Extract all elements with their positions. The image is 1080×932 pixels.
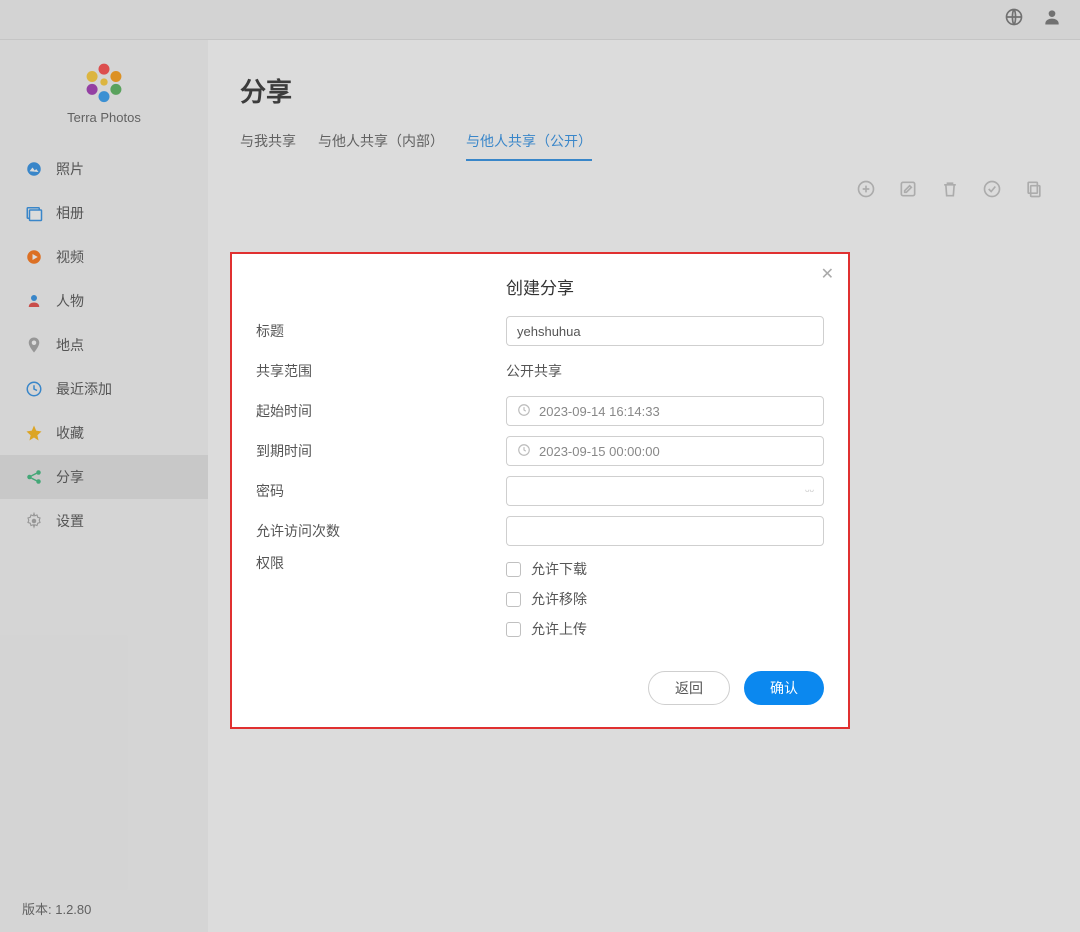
check-icon[interactable] <box>982 179 1002 199</box>
edit-icon[interactable] <box>898 179 918 199</box>
brand-name: Terra Photos <box>67 110 141 125</box>
sidebar-item-label: 人物 <box>56 291 84 311</box>
checkbox-icon[interactable] <box>506 622 521 637</box>
tab-label: 与我共享 <box>240 133 296 149</box>
checkbox-icon[interactable] <box>506 592 521 607</box>
brand: Terra Photos <box>0 52 208 141</box>
label-end-time: 到期时间 <box>256 441 506 461</box>
password-input[interactable] <box>506 476 824 506</box>
sidebar-item-recent[interactable]: 最近添加 <box>0 367 208 411</box>
place-icon <box>24 336 44 354</box>
eye-hidden-icon[interactable]: ᵕᵕ <box>805 484 814 498</box>
person-icon <box>24 292 44 310</box>
label-title: 标题 <box>256 321 506 341</box>
add-icon[interactable] <box>856 179 876 199</box>
clock-icon <box>517 403 531 420</box>
start-time-input[interactable]: 2023-09-14 16:14:33 <box>506 396 824 426</box>
copy-icon[interactable] <box>1024 179 1044 199</box>
sidebar-item-label: 分享 <box>56 467 84 487</box>
end-time-value: 2023-09-15 00:00:00 <box>539 444 660 459</box>
scope-value: 公开共享 <box>506 363 562 379</box>
sidebar-item-label: 收藏 <box>56 423 84 443</box>
star-icon <box>24 424 44 442</box>
perm-label: 允许移除 <box>531 589 587 609</box>
sidebar-item-label: 地点 <box>56 335 84 355</box>
sidebar-item-photos[interactable]: 照片 <box>0 147 208 191</box>
sidebar-item-settings[interactable]: 设置 <box>0 499 208 543</box>
checkbox-icon[interactable] <box>506 562 521 577</box>
album-icon <box>24 204 44 222</box>
sidebar-nav: 照片 相册 视频 人物 地点 最近添加 收藏 分享 <box>0 147 208 543</box>
back-button[interactable]: 返回 <box>648 671 730 705</box>
sidebar-item-label: 照片 <box>56 159 84 179</box>
confirm-button[interactable]: 确认 <box>744 671 824 705</box>
gear-icon <box>24 512 44 530</box>
label-scope: 共享范围 <box>256 361 506 381</box>
clock-icon <box>517 443 531 460</box>
sidebar: Terra Photos 照片 相册 视频 人物 地点 最近添加 收藏 <box>0 40 208 932</box>
start-time-value: 2023-09-14 16:14:33 <box>539 404 660 419</box>
visits-input[interactable] <box>506 516 824 546</box>
perm-label: 允许下载 <box>531 559 587 579</box>
label-visits: 允许访问次数 <box>256 521 506 541</box>
create-share-dialog: ✕ 创建分享 标题 共享范围 公开共享 起始时间 2023-09-14 16:1… <box>230 252 850 729</box>
sidebar-item-label: 相册 <box>56 203 84 223</box>
tab-label: 与他人共享（内部） <box>318 133 444 149</box>
label-permissions: 权限 <box>256 553 506 573</box>
dialog-actions: 返回 确认 <box>256 671 824 705</box>
perm-allow-upload[interactable]: 允许上传 <box>506 619 824 639</box>
sidebar-item-albums[interactable]: 相册 <box>0 191 208 235</box>
globe-icon[interactable] <box>1004 7 1024 32</box>
sidebar-item-share[interactable]: 分享 <box>0 455 208 499</box>
tab-share-public[interactable]: 与他人共享（公开） <box>466 131 592 161</box>
sidebar-item-label: 最近添加 <box>56 379 112 399</box>
page-title: 分享 <box>240 72 1048 109</box>
user-icon[interactable] <box>1042 7 1062 32</box>
sidebar-item-label: 视频 <box>56 247 84 267</box>
perm-allow-remove[interactable]: 允许移除 <box>506 589 824 609</box>
sidebar-item-places[interactable]: 地点 <box>0 323 208 367</box>
back-label: 返回 <box>675 680 703 696</box>
sidebar-item-people[interactable]: 人物 <box>0 279 208 323</box>
confirm-label: 确认 <box>770 680 798 696</box>
perm-label: 允许上传 <box>531 619 587 639</box>
photos-icon <box>24 160 44 178</box>
dialog-title: 创建分享 <box>506 274 824 299</box>
app-logo-icon <box>82 60 126 104</box>
label-password: 密码 <box>256 481 506 501</box>
tab-shared-with-me[interactable]: 与我共享 <box>240 131 296 161</box>
title-input[interactable] <box>506 316 824 346</box>
perm-allow-download[interactable]: 允许下载 <box>506 559 824 579</box>
tabs: 与我共享 与他人共享（内部） 与他人共享（公开） <box>240 131 1048 161</box>
label-start-time: 起始时间 <box>256 401 506 421</box>
recent-icon <box>24 380 44 398</box>
video-icon <box>24 248 44 266</box>
version-text: 版本: 1.2.80 <box>22 899 91 918</box>
sidebar-item-label: 设置 <box>56 511 84 531</box>
tab-label: 与他人共享（公开） <box>466 133 592 149</box>
toolbar <box>240 179 1048 199</box>
sidebar-item-videos[interactable]: 视频 <box>0 235 208 279</box>
tab-share-internal[interactable]: 与他人共享（内部） <box>318 131 444 161</box>
end-time-input[interactable]: 2023-09-15 00:00:00 <box>506 436 824 466</box>
close-icon[interactable]: ✕ <box>821 264 834 284</box>
delete-icon[interactable] <box>940 179 960 199</box>
permissions-group: 允许下载 允许移除 允许上传 <box>506 553 824 639</box>
share-icon <box>24 468 44 486</box>
sidebar-item-favorites[interactable]: 收藏 <box>0 411 208 455</box>
topbar <box>0 0 1080 40</box>
